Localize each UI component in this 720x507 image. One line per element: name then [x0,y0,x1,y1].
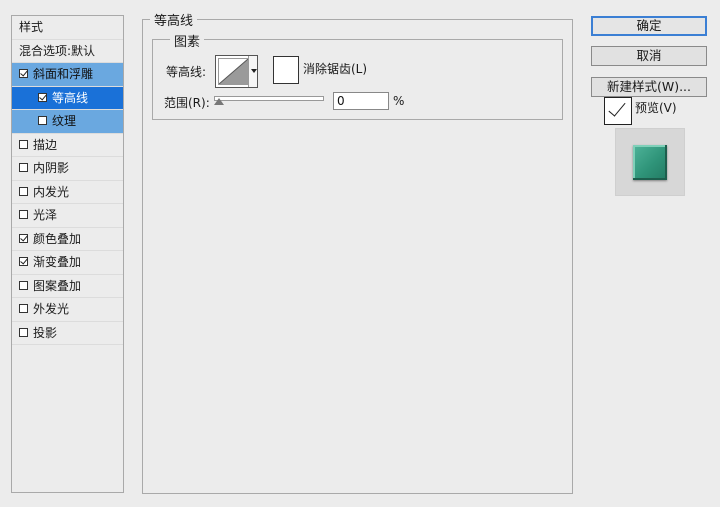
elements-group-title: 图素 [170,31,205,50]
checkbox-stroke[interactable] [19,139,28,149]
antialias-checkbox[interactable] [273,56,299,84]
antialias-label: 消除锯齿(L) [303,62,368,76]
ok-button[interactable]: 确定 [591,16,707,36]
contour-curve-graphic [219,59,248,84]
blend-options-item[interactable]: 混合选项:默认 [12,40,123,63]
style-item-satin[interactable]: 光泽 [12,204,123,228]
checkbox-contour[interactable] [38,92,47,102]
style-list: 样式 混合选项:默认 斜面和浮雕 等高线 纹理 描边 内阴影 内发光 光泽 颜色… [11,15,124,493]
style-item-contour[interactable]: 等高线 [12,86,123,110]
range-input[interactable] [333,92,389,110]
checkbox-inner-shadow[interactable] [19,163,28,172]
style-item-gradient-overlay[interactable]: 渐变叠加 [12,251,123,275]
chevron-down-icon[interactable] [248,56,257,87]
checkbox-gradient-overlay[interactable] [19,257,28,266]
style-item-inner-shadow[interactable]: 内阴影 [12,157,123,181]
style-item-bevel-emboss[interactable]: 斜面和浮雕 [12,63,123,87]
style-item-inner-glow[interactable]: 内发光 [12,181,123,204]
checkbox-outer-glow[interactable] [19,304,28,313]
range-label: 范围(R): [164,96,210,110]
style-item-color-overlay[interactable]: 颜色叠加 [12,228,123,251]
range-unit: % [393,94,405,108]
preview-label: 预览(V) [635,101,677,115]
checkbox-color-overlay[interactable] [19,233,28,243]
style-item-outer-glow[interactable]: 外发光 [12,298,123,322]
style-list-header: 样式 [12,16,123,40]
contour-curve-icon[interactable] [218,58,249,85]
checkbox-inner-glow[interactable] [19,186,28,196]
style-item-texture[interactable]: 纹理 [12,110,123,134]
style-item-drop-shadow[interactable]: 投影 [12,322,123,345]
preview-checkbox[interactable] [604,97,632,125]
checkbox-texture[interactable] [38,116,47,125]
style-item-stroke[interactable]: 描边 [12,134,123,157]
contour-label: 等高线: [166,65,207,79]
range-slider[interactable] [214,96,324,101]
checkbox-drop-shadow[interactable] [19,327,28,337]
panel-title: 等高线 [150,10,198,29]
style-preview-swatch [633,145,667,180]
style-preview-thumbnail [615,128,685,196]
checkbox-bevel-emboss[interactable] [19,69,28,78]
contour-picker[interactable] [215,55,258,88]
style-item-pattern-overlay[interactable]: 图案叠加 [12,275,123,298]
range-slider-thumb[interactable] [214,98,224,105]
checkbox-satin[interactable] [19,210,28,219]
new-style-button[interactable]: 新建样式(W)... [591,77,707,97]
cancel-button[interactable]: 取消 [591,46,707,66]
checkbox-pattern-overlay[interactable] [19,280,28,290]
